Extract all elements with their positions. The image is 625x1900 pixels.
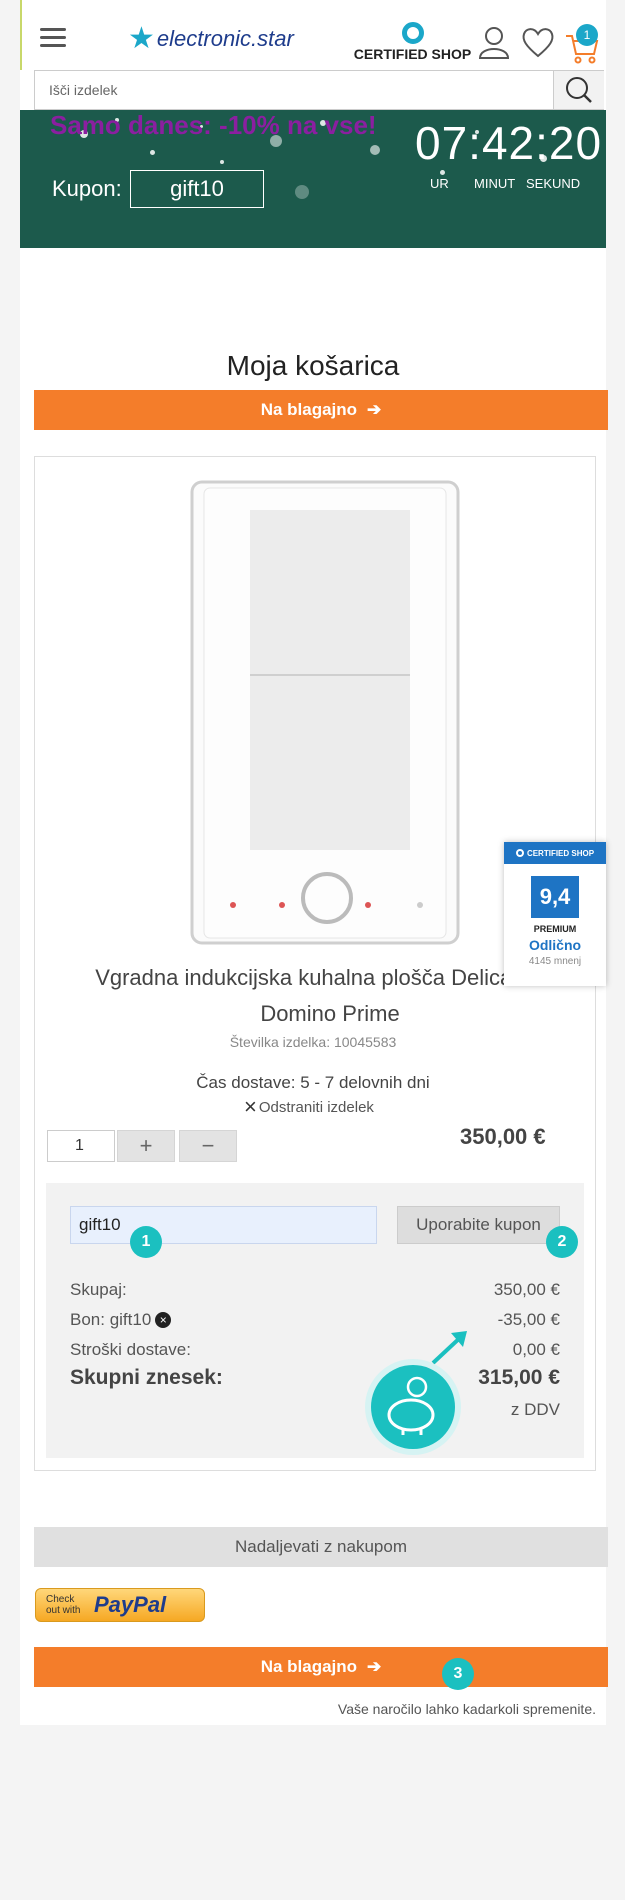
paypal-checkout-button[interactable]: Check out with PayPal: [35, 1588, 205, 1622]
rating-level: PREMIUM: [533, 924, 577, 934]
paypal-logo: PayPal: [94, 1592, 167, 1617]
voucher-label: Bon: gift10: [70, 1310, 152, 1329]
menu-icon[interactable]: [40, 28, 66, 48]
timer-seconds-label: SEKUND: [526, 176, 581, 191]
rating-score: 9,4: [531, 876, 579, 918]
rating-widget[interactable]: CERTIFIED SHOP 9,4 PREMIUM Odlično 4145 …: [504, 842, 606, 986]
vat-note: z DDV: [510, 1400, 560, 1419]
close-icon: ×: [244, 1094, 257, 1119]
cart-count-badge: 1: [576, 24, 598, 46]
certified-label: CERTIFIED SHOP: [353, 46, 472, 62]
total-value: 315,00 €: [478, 1366, 560, 1389]
shipping-label: Stroški dostave:: [70, 1340, 191, 1359]
product-sku: Številka izdelka: 10045583: [229, 1034, 397, 1050]
logo[interactable]: ★ electronic.star: [128, 24, 294, 54]
rating-count: 4145 mnenj: [528, 956, 582, 967]
voucher-value: -35,00 €: [497, 1310, 560, 1329]
remove-item-link[interactable]: × Odstraniti izdelek: [244, 1094, 374, 1119]
checkout-label: Na blagajno: [260, 400, 358, 419]
coupon-input[interactable]: gift10: [70, 1206, 377, 1244]
star-icon: ★: [128, 22, 155, 55]
search-bar: [34, 70, 604, 110]
timer-hours-label: UR: [430, 176, 449, 191]
shipping-value: 0,00 €: [512, 1340, 560, 1359]
piggy-bank-icon: [365, 1331, 467, 1455]
logo-text: electronic.star: [156, 26, 294, 51]
subtotal-label: Skupaj:: [70, 1280, 127, 1299]
rating-word: Odlično: [528, 937, 582, 953]
quantity-increase-button[interactable]: +: [117, 1130, 175, 1162]
step-marker-2: 2: [546, 1226, 578, 1258]
order-change-note: Vaše naročilo lahko kadarkoli spremenite…: [337, 1701, 596, 1717]
subtotal-value: 350,00 €: [493, 1280, 560, 1299]
checkout-button-bottom[interactable]: Na blagajno ➔: [34, 1647, 608, 1687]
continue-shopping-button[interactable]: Nadaljevati z nakupom: [34, 1527, 608, 1567]
subtotal-row: Skupaj: 350,00 €: [70, 1280, 560, 1300]
remove-voucher-icon[interactable]: ×: [155, 1312, 172, 1328]
checkout-label: Na blagajno: [260, 1657, 358, 1676]
apply-coupon-button[interactable]: Uporabite kupon: [397, 1206, 560, 1244]
timer-minutes-label: MINUT: [474, 176, 516, 191]
step-marker-3: 3: [442, 1658, 474, 1690]
banner-title: Samo danes: -10% na vse!: [50, 110, 377, 140]
paypal-checkout-text: Check out with: [46, 1594, 81, 1616]
product-image[interactable]: [190, 480, 460, 945]
heart-icon[interactable]: [520, 24, 556, 60]
step-marker-1: 1: [130, 1226, 162, 1258]
shipping-row: Stroški dostave: 0,00 €: [70, 1340, 560, 1360]
certified-shop-badge[interactable]: CERTIFIED SHOP: [345, 22, 480, 66]
checkout-button-top[interactable]: Na blagajno ➔: [34, 390, 608, 430]
total-label: Skupni znesek:: [70, 1366, 223, 1389]
arrow-right-icon: ➔: [367, 1657, 382, 1676]
voucher-row: Bon: gift10 × -35,00 €: [70, 1310, 560, 1330]
cart-title: Moja košarica: [226, 350, 400, 381]
coupon-label: Kupon:: [52, 176, 122, 201]
certified-ring-icon: [401, 22, 424, 44]
promo-banner: Samo danes: -10% na vse! Kupon: gift10 0…: [20, 110, 606, 248]
total-row: Skupni znesek: 315,00 €: [70, 1366, 560, 1390]
coupon-code: gift10: [130, 170, 264, 208]
remove-item-label: Odstraniti izdelek: [258, 1098, 374, 1116]
quantity-input[interactable]: 1: [47, 1130, 115, 1162]
search-button[interactable]: [553, 71, 604, 109]
delivery-time: Čas dostave: 5 - 7 delovnih dni: [196, 1073, 430, 1092]
countdown-timer: 07:42:20: [415, 117, 603, 169]
search-icon: [566, 77, 592, 103]
rating-widget-header: CERTIFIED SHOP: [504, 842, 606, 864]
quantity-decrease-button[interactable]: −: [179, 1130, 237, 1162]
certified-ring-icon: [515, 849, 524, 857]
user-icon[interactable]: [476, 24, 512, 60]
item-price: 350,00 €: [460, 1124, 546, 1149]
arrow-right-icon: ➔: [367, 400, 382, 419]
search-input[interactable]: [35, 71, 553, 109]
